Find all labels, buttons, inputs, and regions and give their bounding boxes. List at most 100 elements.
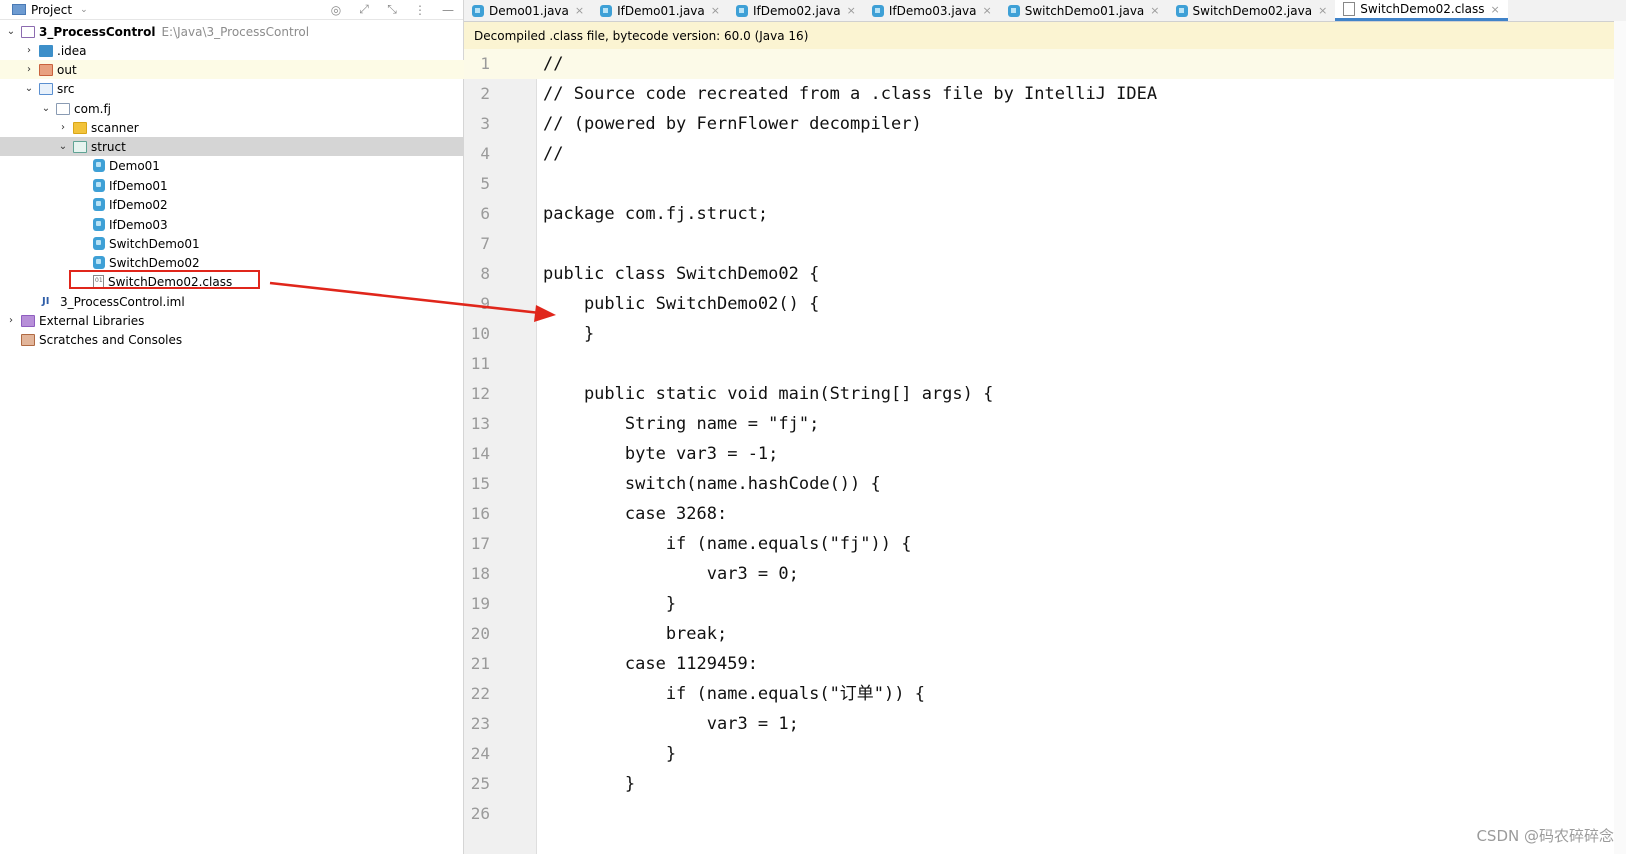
code-line[interactable]: 22 if (name.equals("订单")) {	[464, 679, 1626, 709]
code-line[interactable]: 24 }	[464, 739, 1626, 769]
line-number: 10	[470, 324, 490, 343]
close-icon[interactable]: ×	[575, 4, 584, 17]
tree-item-idea[interactable]: › .idea	[0, 41, 484, 60]
tab-ifdemo03-java[interactable]: IfDemo03.java ×	[864, 0, 1000, 21]
code-line[interactable]: 14 byte var3 = -1;	[464, 439, 1626, 469]
chevron-right-icon[interactable]: ›	[22, 45, 36, 56]
line-number: 18	[470, 564, 490, 583]
code-line[interactable]: 6 package com.fj.struct;	[464, 199, 1626, 229]
tree-item-project-root[interactable]: ⌄ 3_ProcessControl E:\Java\3_ProcessCont…	[0, 22, 466, 41]
code-line[interactable]: 12 public static void main(String[] args…	[464, 379, 1626, 409]
line-number: 15	[470, 474, 490, 493]
chevron-down-icon[interactable]: ⌄	[39, 103, 53, 114]
tab-switchdemo02-java[interactable]: SwitchDemo02.java ×	[1168, 0, 1336, 21]
options-icon[interactable]: ⋮	[413, 3, 427, 17]
close-icon[interactable]: ×	[711, 4, 720, 17]
code-line[interactable]: 2 // Source code recreated from a .class …	[464, 79, 1626, 109]
code-line[interactable]: 11	[464, 349, 1626, 379]
tree-item-label: SwitchDemo02	[109, 255, 200, 270]
line-number: 24	[470, 744, 490, 763]
editor-tabs: Demo01.java × IfDemo01.java × IfDemo02.j…	[464, 0, 1626, 22]
collapse-all-icon[interactable]: ⤡	[385, 2, 399, 17]
close-icon[interactable]: ×	[983, 4, 992, 17]
project-view-title[interactable]: Project	[31, 3, 72, 17]
hide-icon[interactable]: —	[441, 3, 455, 17]
code-line[interactable]: 23 var3 = 1;	[464, 709, 1626, 739]
expand-all-icon[interactable]: ⤢	[357, 2, 371, 17]
java-class-icon	[1175, 4, 1188, 17]
code-text: break;	[543, 624, 728, 644]
chevron-down-icon[interactable]: ⌄	[80, 5, 88, 15]
code-line[interactable]: 8 public class SwitchDemo02 {	[464, 259, 1626, 289]
tab-label: SwitchDemo01.java	[1024, 3, 1145, 18]
tree-item-out[interactable]: › out	[0, 60, 484, 79]
chevron-down-icon[interactable]: ⌄	[22, 83, 36, 94]
code-line[interactable]: 4 //	[464, 139, 1626, 169]
code-text: var3 = 0;	[543, 564, 799, 584]
chevron-down-icon[interactable]: ⌄	[56, 141, 70, 152]
java-class-icon	[472, 4, 484, 17]
code-line[interactable]: 13 String name = "fj";	[464, 409, 1626, 439]
tab-switchdemo01-java[interactable]: SwitchDemo01.java ×	[1000, 0, 1168, 21]
code-line[interactable]: 7	[464, 229, 1626, 259]
chevron-down-icon[interactable]: ⌄	[4, 26, 18, 37]
chevron-right-icon[interactable]: ›	[22, 64, 36, 75]
locate-icon[interactable]: ◎	[329, 3, 343, 17]
tab-label: IfDemo02.java	[752, 3, 841, 18]
code-text: public class SwitchDemo02 {	[543, 264, 820, 284]
tree-item-external-libraries[interactable]: › External Libraries	[0, 311, 466, 330]
code-editor[interactable]: 1 // 2 // Source code recreated from a .cla…	[464, 49, 1626, 854]
code-line[interactable]: 3 // (powered by FernFlower decompiler)	[464, 109, 1626, 139]
chevron-right-icon[interactable]: ›	[56, 122, 70, 133]
code-line[interactable]: 20 break;	[464, 619, 1626, 649]
close-icon[interactable]: ×	[1491, 3, 1500, 16]
code-line[interactable]: 15 switch(name.hashCode()) {	[464, 469, 1626, 499]
tab-demo01-java[interactable]: Demo01.java ×	[464, 0, 592, 21]
tree-item-label: com.fj	[74, 101, 112, 116]
source-folder-icon	[39, 82, 53, 95]
class-file-icon	[1343, 2, 1356, 16]
project-icon	[12, 4, 26, 15]
tree-item-iml[interactable]: JI 3_ProcessControl.iml	[0, 292, 501, 311]
tree-item-label: IfDemo01	[109, 178, 168, 193]
code-line[interactable]: 9 public SwitchDemo02() {	[464, 289, 1626, 319]
code-line[interactable]: 26	[464, 799, 1626, 829]
code-line[interactable]: 17 if (name.equals("fj")) {	[464, 529, 1626, 559]
tree-item-label: Scratches and Consoles	[39, 332, 183, 347]
line-number: 1	[480, 54, 490, 73]
tab-ifdemo01-java[interactable]: IfDemo01.java ×	[592, 0, 728, 21]
tree-item-label: 3_ProcessControl.iml	[60, 294, 185, 309]
tree-item-src[interactable]: ⌄ src	[0, 79, 484, 98]
code-line[interactable]: 1 //	[464, 49, 1626, 79]
code-line[interactable]: 16 case 3268:	[464, 499, 1626, 529]
code-line[interactable]: 5	[464, 169, 1626, 199]
code-line[interactable]: 10 }	[464, 319, 1626, 349]
close-icon[interactable]: ×	[1318, 4, 1327, 17]
tree-item-label: 3_ProcessControl	[39, 24, 156, 39]
code-line[interactable]: 21 case 1129459:	[464, 649, 1626, 679]
highlight-box	[69, 270, 260, 289]
code-text: byte var3 = -1;	[543, 444, 779, 464]
decompiled-notice-banner: Decompiled .class file, bytecode version…	[464, 22, 1626, 50]
chevron-right-icon[interactable]: ›	[4, 315, 18, 326]
code-line[interactable]: 19 }	[464, 589, 1626, 619]
close-icon[interactable]: ×	[847, 4, 856, 17]
package-icon	[73, 140, 87, 153]
tree-item-scanner[interactable]: › scanner	[0, 118, 518, 137]
tree-item-struct[interactable]: ⌄ struct	[0, 137, 518, 156]
code-text: case 1129459:	[543, 654, 758, 674]
tree-item-label: scanner	[91, 120, 139, 135]
tree-item-package-com-fj[interactable]: ⌄ com.fj	[0, 99, 501, 118]
line-number: 4	[480, 144, 490, 163]
code-line[interactable]: 25 }	[464, 769, 1626, 799]
close-icon[interactable]: ×	[1150, 4, 1159, 17]
tab-switchdemo02-class[interactable]: SwitchDemo02.class ×	[1335, 0, 1508, 21]
code-line[interactable]: 18 var3 = 0;	[464, 559, 1626, 589]
code-text: }	[543, 744, 677, 764]
line-number: 14	[470, 444, 490, 463]
tree-item-scratches[interactable]: › Scratches and Consoles	[0, 330, 466, 349]
tab-ifdemo02-java[interactable]: IfDemo02.java ×	[728, 0, 864, 21]
vertical-scrollbar[interactable]	[1614, 21, 1626, 854]
tree-item-label: IfDemo02	[109, 197, 168, 212]
code-text: }	[543, 594, 677, 614]
